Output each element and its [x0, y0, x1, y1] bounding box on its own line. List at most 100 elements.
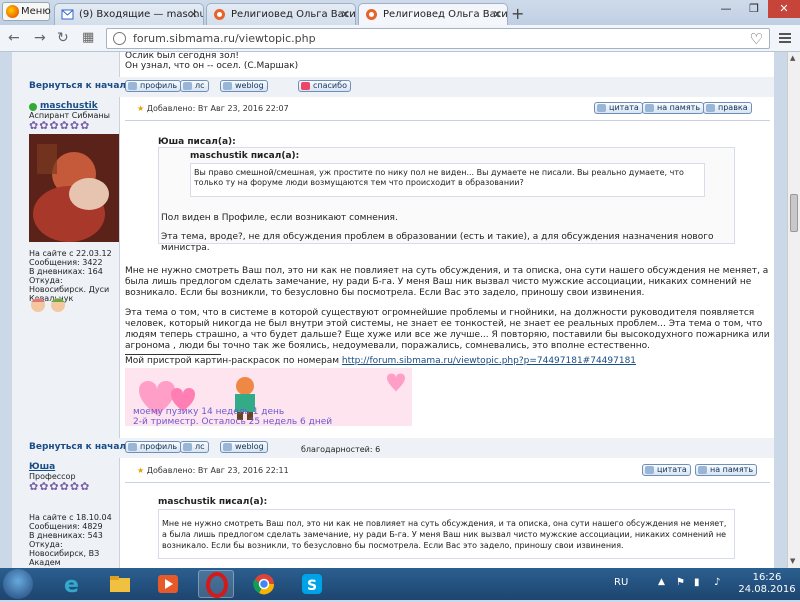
mail-icon [61, 9, 74, 20]
back-to-top-link[interactable]: Вернуться к началу [29, 442, 132, 452]
online-status-icon [29, 103, 37, 111]
address-bar[interactable]: forum.sibmama.ru/viewtopic.php ♡ [106, 28, 770, 49]
clock-time: 16:26 [752, 572, 782, 583]
browser-menu-button[interactable]: Меню [2, 2, 51, 21]
maximize-icon[interactable]: ❐ [740, 0, 768, 18]
site-favicon-icon [366, 9, 377, 20]
post2-username[interactable]: Юша [29, 462, 55, 472]
quote-button[interactable]: цитата [594, 102, 643, 114]
clock-date: 24.08.2016 [738, 584, 796, 595]
tab-bar: Меню (9) Входящие — maschustik ✕ Религио… [0, 0, 800, 25]
reload-icon[interactable]: ↻ [57, 30, 69, 46]
tray-arrow-icon[interactable]: ▲ [658, 577, 665, 587]
post2-location: Откуда: Новосибирск, ВЗ Академ [29, 540, 100, 567]
thanks-button[interactable]: спасибо [298, 80, 351, 92]
post1-messages: Сообщения: 3422 [29, 258, 103, 267]
quote-author: maschustik писал(а): [190, 151, 300, 161]
weblog-button[interactable]: weblog [220, 441, 268, 453]
tab-forum-2[interactable]: Религиовед Ольга Василь ✕ [358, 3, 508, 25]
page-viewport: Ослик был сегодня зол! Он узнал, что он … [0, 52, 787, 568]
close-icon[interactable]: ✕ [493, 4, 502, 25]
post2-date: Добавлено: Вт Авг 23, 2016 22:11 [146, 466, 289, 475]
back-to-top-link[interactable]: Вернуться к началу [29, 81, 132, 91]
post2-joined: На сайте с 18.10.04 [29, 513, 112, 522]
bookmark-heart-icon[interactable]: ♡ [750, 30, 763, 48]
signature-line: Он узнал, что он -- осел. (С.Маршак) [125, 61, 299, 71]
network-icon[interactable]: ▮ [694, 577, 700, 588]
quote-author: Юша писал(а): [158, 137, 236, 147]
internet-explorer-icon[interactable]: e [54, 570, 90, 598]
forward-arrow-icon[interactable]: → [34, 30, 46, 46]
pm-button[interactable]: лс [180, 80, 209, 92]
profile-button[interactable]: профиль [125, 441, 182, 453]
svg-text:S: S [307, 578, 317, 594]
outer-quote-text: Пол виден в Профиле, если возникают сомн… [161, 213, 398, 223]
post1-avatar [29, 134, 119, 242]
hamburger-menu-icon[interactable] [779, 33, 791, 45]
forum-content: Ослик был сегодня зол! Он узнал, что он … [12, 52, 774, 568]
tab-forum-1[interactable]: Религиовед Ольга Василь ✕ [206, 3, 356, 25]
post1-diaries: В дневниках: 164 [29, 267, 103, 276]
quote-author: maschustik писал(а): [158, 497, 268, 507]
site-favicon-icon [214, 9, 225, 20]
language-indicator[interactable]: RU [614, 577, 628, 588]
signature-divider [125, 354, 221, 355]
post1-joined: На сайте с 22.03.12 [29, 249, 112, 258]
post1-date: Добавлено: Вт Авг 23, 2016 22:07 [146, 104, 289, 113]
signature-text: Мой пристрой картин-раскрасок по номерам [125, 356, 340, 366]
signature-link[interactable]: http://forum.sibmama.ru/viewtopic.php?p=… [342, 356, 636, 366]
media-player-icon[interactable] [150, 570, 186, 598]
page-scrollbar[interactable]: ▲ ▼ [787, 52, 800, 568]
post1-rank-stars: ✿✿✿✿✿✿ [29, 119, 91, 132]
thanks-count: благодарностей: 6 [301, 445, 381, 454]
windows-taskbar: e S RU ▲ ⚑ ▮ ♪ 16:26 24.08.2016 [0, 568, 800, 600]
new-tab-icon[interactable]: + [511, 4, 524, 23]
opera-taskbar-icon[interactable] [198, 570, 234, 598]
scroll-down-icon[interactable]: ▼ [790, 557, 795, 565]
tab-label: Религиовед Ольга Василь [383, 9, 508, 20]
post1-body-paragraph: Мне не нужно смотреть Ваш пол, это ни ка… [125, 266, 769, 298]
post1-username[interactable]: maschustik [40, 101, 98, 111]
skype-icon[interactable]: S [294, 570, 330, 598]
weblog-button[interactable]: weblog [220, 80, 268, 92]
post2-rank-stars: ✿✿✿✿✿✿ [29, 480, 91, 493]
close-icon[interactable]: ✕ [341, 4, 350, 25]
memo-button[interactable]: на память [695, 464, 758, 476]
inner-quote-text: Вы право смешной/смешная, уж простите по… [194, 168, 684, 187]
file-explorer-icon[interactable] [102, 570, 138, 598]
scrollbar-thumb[interactable] [790, 194, 798, 232]
tab-label: Религиовед Ольга Василь [231, 9, 356, 20]
close-icon[interactable]: ✕ [189, 4, 198, 25]
pm-button[interactable]: лс [180, 441, 209, 453]
quote-text: Мне не нужно смотреть Ваш пол, это ни ка… [162, 519, 727, 550]
post-star-icon: ★ [137, 104, 145, 113]
post2-header: ★ Добавлено: Вт Авг 23, 2016 22:11 [137, 466, 289, 475]
outer-quote-text: Эта тема, вроде?, не для обсуждения проб… [161, 232, 714, 253]
post-divider [125, 120, 770, 121]
speed-dial-icon[interactable]: ▦ [82, 30, 94, 45]
post2-diaries: В дневниках: 543 [29, 531, 103, 540]
minimize-icon[interactable]: — [712, 0, 740, 18]
post1-body-paragraph: Эта тема о том, что в системе в которой … [125, 308, 770, 351]
start-button-icon[interactable] [3, 569, 33, 599]
post1-signature: Мой пристрой картин-раскрасок по номерам… [125, 356, 775, 367]
globe-icon [113, 32, 126, 45]
post2-messages: Сообщения: 4829 [29, 522, 103, 531]
flag-icon[interactable]: ⚑ [676, 577, 685, 588]
memo-button[interactable]: на память [642, 102, 705, 114]
quote-button[interactable]: цитата [642, 464, 691, 476]
volume-icon[interactable]: ♪ [714, 577, 720, 588]
scroll-up-icon[interactable]: ▲ [790, 54, 795, 62]
post1-header: ★ Добавлено: Вт Авг 23, 2016 22:07 [137, 104, 289, 113]
chrome-icon[interactable] [246, 570, 282, 598]
url-text: forum.sibmama.ru/viewtopic.php [133, 32, 316, 45]
system-clock[interactable]: 16:26 24.08.2016 [738, 572, 796, 596]
edit-button[interactable]: правка [703, 102, 752, 114]
tab-inbox[interactable]: (9) Входящие — maschustik ✕ [54, 3, 204, 25]
back-arrow-icon[interactable]: ← [8, 30, 20, 46]
tab-label: (9) Входящие — maschustik [79, 9, 203, 20]
post-divider [125, 482, 770, 483]
window-close-icon[interactable]: ✕ [768, 0, 800, 18]
browser-logo-icon [6, 5, 19, 18]
profile-button[interactable]: профиль [125, 80, 182, 92]
